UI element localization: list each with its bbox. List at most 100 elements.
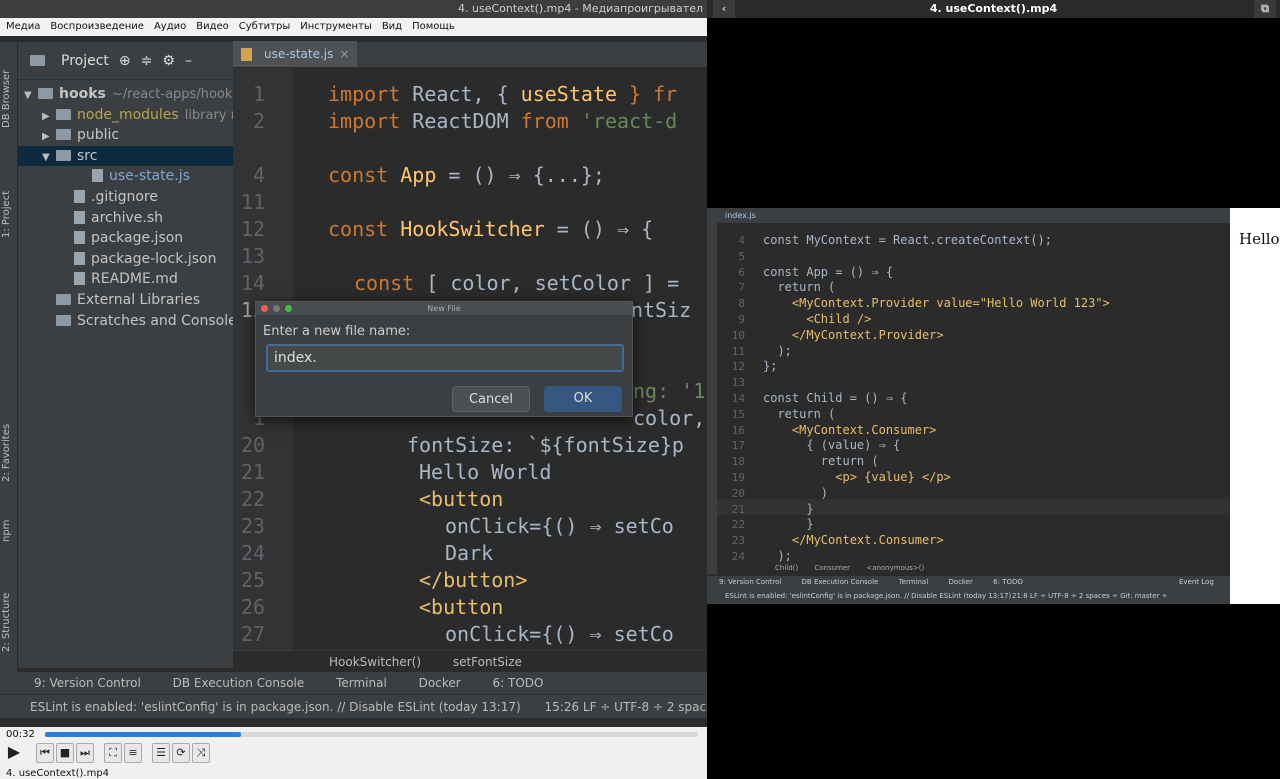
new-file-dialog: New File Enter a new file name: index. C… <box>255 301 633 417</box>
code-line: <button <box>419 595 504 619</box>
code-line: Dark <box>445 541 494 565</box>
elapsed-time: 00:32 <box>6 729 35 740</box>
folder-icon <box>56 108 71 120</box>
line-number: 13 <box>731 376 745 390</box>
tool-todo[interactable]: 6: TODO <box>993 578 1023 586</box>
zoom-dot-icon[interactable] <box>285 305 292 312</box>
close-icon[interactable]: × <box>339 41 349 67</box>
status-text[interactable]: ESLint is enabled: 'eslintConfig' is in … <box>30 700 521 714</box>
code-line: </MyContext.Provider> <box>763 327 944 342</box>
expand-arrow-icon[interactable]: ▼ <box>24 86 38 104</box>
line-number: 26 <box>241 595 266 619</box>
side-tab-db-browser[interactable]: DB Browser <box>1 70 12 128</box>
breadcrumb-item[interactable]: Consumer <box>814 564 850 572</box>
cancel-button[interactable]: Cancel <box>452 386 530 412</box>
fullscreen-icon[interactable]: ⛶ <box>104 743 122 763</box>
tree-item-label: .gitignore <box>91 189 158 205</box>
project-tree-item[interactable]: ▶ node_modules library r <box>18 105 233 125</box>
project-tree-item[interactable]: README.md <box>18 269 233 289</box>
status-right[interactable]: 15:26 LF ÷ UTF-8 ÷ 2 spaces <box>545 700 708 714</box>
line-number: 11 <box>241 190 266 214</box>
target-icon[interactable]: ⊕ <box>119 53 131 69</box>
menu-item[interactable]: Субтитры <box>239 21 290 32</box>
project-title[interactable]: Project <box>61 53 109 69</box>
ok-button[interactable]: OK <box>544 386 622 412</box>
menu-item[interactable]: Медиа <box>6 21 40 32</box>
browser-preview: Hello <box>1230 208 1280 604</box>
side-tab-npm[interactable]: npm <box>1 520 12 542</box>
menu-item[interactable]: Помощь <box>412 21 455 32</box>
file-name-input[interactable]: index. <box>266 344 624 372</box>
previous-icon[interactable]: ⏮ <box>36 743 54 763</box>
line-number: 10 <box>731 328 745 342</box>
tool-todo[interactable]: 6: TODO <box>493 676 544 690</box>
project-tree-item[interactable]: package-lock.json <box>18 249 233 269</box>
editor-tab[interactable]: index.js <box>717 208 1230 223</box>
menu-item[interactable]: Инструменты <box>300 21 372 32</box>
tool-event-log[interactable]: Event Log <box>1179 576 1214 589</box>
stop-icon[interactable]: ■ <box>56 743 74 763</box>
window-icon[interactable]: ⧉ <box>1254 0 1276 18</box>
breadcrumb-item[interactable]: setFontSize <box>453 655 522 669</box>
shuffle-icon[interactable]: ⤨ <box>192 743 210 763</box>
close-dot-icon[interactable] <box>261 305 268 312</box>
project-tree-item[interactable]: archive.sh <box>18 208 233 228</box>
seek-bar[interactable] <box>45 732 698 737</box>
tool-version-control[interactable]: 9: Version Control <box>34 676 141 690</box>
menu-item[interactable]: Аудио <box>154 21 186 32</box>
tree-item-label: README.md <box>91 271 178 288</box>
project-tree-item[interactable]: External Libraries <box>18 290 233 310</box>
tool-version-control[interactable]: 9: Version Control <box>719 578 781 586</box>
project-tree-item[interactable]: Scratches and Consoles <box>18 311 233 331</box>
tool-db-console[interactable]: DB Execution Console <box>802 578 879 586</box>
line-number: 4 <box>252 163 265 187</box>
expand-arrow-icon[interactable]: ▶ <box>42 127 56 145</box>
status-right[interactable]: 21:8 LF ÷ UTF-8 ÷ 2 spaces ÷ Git: master… <box>1012 589 1168 604</box>
loop-icon[interactable]: ⟳ <box>172 743 190 763</box>
gear-icon[interactable]: ⚙ <box>162 53 175 69</box>
project-tree-item[interactable]: ▼ hooks ~/react-apps/hook <box>18 84 233 104</box>
menu-item[interactable]: Вид <box>382 21 402 32</box>
tool-docker[interactable]: Docker <box>948 578 973 586</box>
tool-terminal[interactable]: Terminal <box>899 578 929 586</box>
project-tree-item[interactable]: ▼ src <box>18 145 233 166</box>
breadcrumb-item[interactable]: Child() <box>775 564 798 572</box>
right-video-frame: index.js 4 5 6 7 8 9 10 11 12 13 14 15 16 17 18 19 20 21 2… <box>707 208 1280 604</box>
file-icon <box>74 190 85 203</box>
side-tab-project[interactable]: 1: Project <box>1 191 12 238</box>
editor-tab-label: use-state.js <box>264 47 334 61</box>
line-number: 16 <box>731 423 745 437</box>
status-text[interactable]: ESLint is enabled: 'eslintConfig' is in … <box>725 592 1011 600</box>
tree-item-label: use-state.js <box>109 168 190 185</box>
minimize-icon[interactable]: – <box>185 53 192 69</box>
project-tree-item[interactable]: .gitignore <box>18 187 233 207</box>
line-number: 5 <box>738 249 745 263</box>
tool-docker[interactable]: Docker <box>419 676 461 690</box>
project-tree-item[interactable]: use-state.js <box>18 166 233 186</box>
tool-db-console[interactable]: DB Execution Console <box>173 676 305 690</box>
equalizer-icon[interactable]: ≡ <box>124 743 142 763</box>
side-tab-structure[interactable]: 2: Structure <box>1 593 12 652</box>
back-icon[interactable]: ‹ <box>713 0 735 18</box>
play-icon[interactable]: ▶ <box>3 743 25 763</box>
code-line: } <box>763 517 814 532</box>
code-line: ); <box>763 549 792 563</box>
collapse-icon[interactable]: ≑ <box>141 53 153 69</box>
file-icon <box>74 210 85 224</box>
menu-item[interactable]: Воспроизведение <box>50 21 144 32</box>
minimize-dot-icon[interactable] <box>273 305 280 312</box>
side-tab-favorites[interactable]: 2: Favorites <box>1 424 12 482</box>
file-icon <box>74 272 85 286</box>
editor-tab[interactable]: use-state.js × <box>233 41 358 67</box>
tool-terminal[interactable]: Terminal <box>336 676 387 690</box>
project-tree-item[interactable]: ▶ public <box>18 125 233 145</box>
expand-arrow-icon[interactable]: ▼ <box>42 148 56 166</box>
breadcrumb-item[interactable]: HookSwitcher() <box>329 655 421 669</box>
breadcrumb-item[interactable]: <anonymous>() <box>866 564 924 572</box>
playlist-icon[interactable]: ☰ <box>152 743 170 763</box>
seek-progress <box>45 732 241 737</box>
expand-arrow-icon[interactable]: ▶ <box>42 107 56 125</box>
project-tree-item[interactable]: package.json <box>18 228 233 248</box>
menu-item[interactable]: Видео <box>196 21 229 32</box>
next-icon[interactable]: ⏭ <box>76 743 94 763</box>
